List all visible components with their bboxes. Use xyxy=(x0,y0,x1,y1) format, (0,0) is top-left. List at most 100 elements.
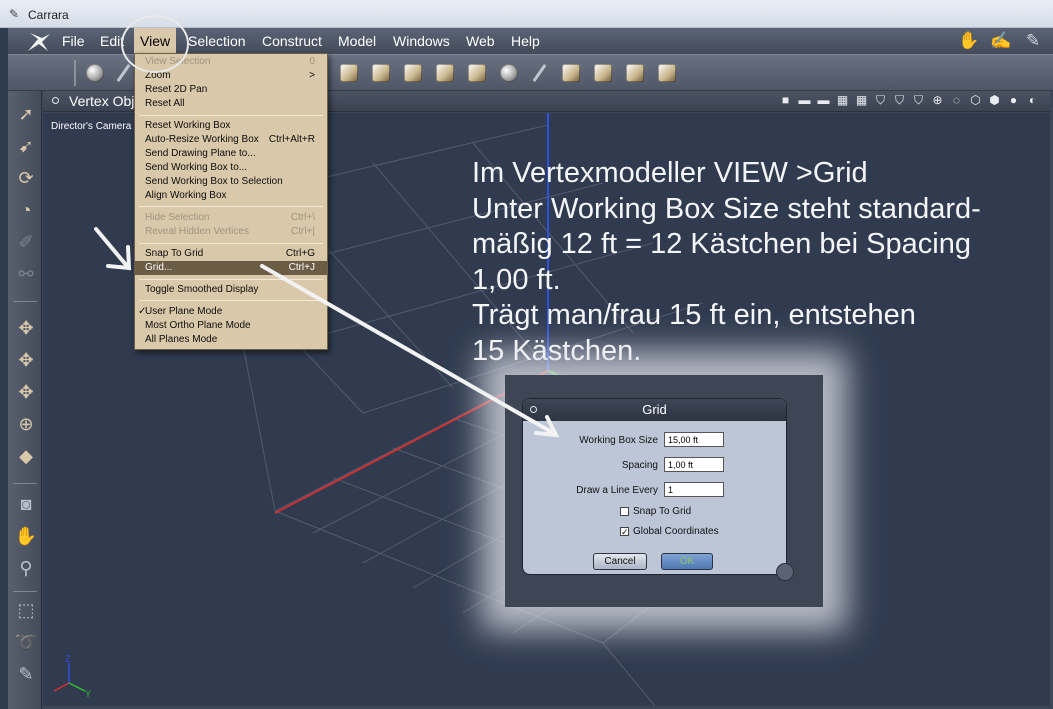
menu-grid[interactable]: Grid... Ctrl+J xyxy=(135,261,327,275)
global-coordinates-checkbox-row[interactable]: ✓ Global Coordinates xyxy=(620,526,719,537)
dual-view-icon[interactable]: ▬ xyxy=(797,93,812,108)
wire-cube-icon[interactable]: ⬡ xyxy=(968,93,983,108)
camera-icon[interactable]: ◙ xyxy=(15,493,37,515)
solid-cube-icon[interactable]: ⬢ xyxy=(987,93,1002,108)
grid-dialog-title: Grid xyxy=(642,402,667,417)
menu-selection[interactable]: Selection xyxy=(188,33,246,49)
snap-to-grid-checkbox-row[interactable]: Snap To Grid xyxy=(620,506,691,517)
grid-dialog-titlebar[interactable]: Grid xyxy=(523,399,786,421)
carrara-logo-icon xyxy=(28,33,50,51)
bag-tool-button[interactable] xyxy=(464,61,490,85)
twist-icon[interactable]: ◔ xyxy=(15,199,37,221)
zoom-icon[interactable]: ⚲ xyxy=(15,557,37,579)
marquee-select-icon[interactable]: ⬚ xyxy=(15,599,37,621)
split-view-icon[interactable]: ▬ xyxy=(816,93,831,108)
menu-all-planes-mode[interactable]: All Planes Mode xyxy=(135,333,327,347)
menu-file[interactable]: File xyxy=(62,33,85,49)
sphere-tool-button[interactable] xyxy=(82,61,108,85)
menu-construct[interactable]: Construct xyxy=(262,33,322,49)
palette-separator xyxy=(13,591,37,592)
menu-separator xyxy=(139,206,323,207)
fold-tool-button[interactable] xyxy=(590,61,616,85)
menu-toggle-smoothed-display[interactable]: Toggle Smoothed Display xyxy=(135,283,327,297)
menu-user-plane-mode[interactable]: ✓ User Plane Mode xyxy=(135,305,327,319)
select-arrow-icon[interactable]: ➚ xyxy=(15,103,37,125)
move-all-icon[interactable]: ⊕ xyxy=(15,413,37,435)
scale-icon[interactable]: ◆ xyxy=(15,445,37,467)
storyboard-room-icon[interactable]: ✎ xyxy=(1021,30,1045,52)
align-icon xyxy=(626,64,644,82)
hand-room-icon[interactable]: ✋ xyxy=(957,30,981,52)
menu-snap-to-grid[interactable]: Snap To Grid Ctrl+G xyxy=(135,247,327,261)
sphere-icon xyxy=(86,64,104,82)
dotted-circle-icon[interactable]: ◌ xyxy=(949,93,964,108)
menu-reset-all[interactable]: Reset All xyxy=(135,97,327,111)
working-box-size-label: Working Box Size xyxy=(579,435,658,446)
cancel-button[interactable]: Cancel xyxy=(593,553,647,570)
shield-a-icon[interactable]: ⛉ xyxy=(873,93,888,108)
menu-windows[interactable]: Windows xyxy=(393,33,450,49)
dome-tool-button[interactable] xyxy=(496,61,522,85)
palette-separator xyxy=(13,483,37,484)
knife-tool-button[interactable] xyxy=(526,61,552,85)
menu-auto-resize-working-box[interactable]: Auto-Resize Working Box Ctrl+Alt+R xyxy=(135,133,327,147)
fold-icon xyxy=(594,64,612,82)
menu-send-working-box-to-selection[interactable]: Send Working Box to Selection xyxy=(135,175,327,189)
rotate-icon[interactable]: ⟳ xyxy=(15,167,37,189)
layout-view-icon[interactable]: ▦ xyxy=(854,93,869,108)
shield-b-icon[interactable]: ⛉ xyxy=(892,93,907,108)
spacing-input[interactable] xyxy=(664,457,724,472)
menu-most-ortho-plane-mode[interactable]: Most Ortho Plane Mode xyxy=(135,319,327,333)
brush-icon[interactable]: ✎ xyxy=(15,663,37,685)
z-axis-label: Z xyxy=(65,654,71,664)
box-icon xyxy=(404,64,422,82)
annotation-line: Unter Working Box Size steht standard- xyxy=(472,192,981,225)
deform-tool-button[interactable] xyxy=(654,61,680,85)
model-room-icon[interactable]: ✍ xyxy=(989,30,1013,52)
move-x-icon[interactable]: ✥ xyxy=(15,317,37,339)
global-coordinates-checkbox[interactable]: ✓ xyxy=(620,527,629,537)
ok-button[interactable]: OK xyxy=(661,553,713,570)
deform-icon xyxy=(658,64,676,82)
viewport-menu-dot-icon[interactable] xyxy=(52,97,59,104)
menu-web[interactable]: Web xyxy=(466,33,495,49)
hand-pan-icon[interactable]: ✋ xyxy=(15,525,37,547)
shield-c-icon[interactable]: ⛉ xyxy=(911,93,926,108)
align-tool-button[interactable] xyxy=(622,61,648,85)
menu-send-drawing-plane[interactable]: Send Drawing Plane to... xyxy=(135,147,327,161)
working-box-size-input[interactable] xyxy=(664,432,724,447)
room-switcher: ✋ ✍ ✎ xyxy=(957,30,1045,52)
menu-reset-working-box[interactable]: Reset Working Box xyxy=(135,119,327,133)
toolbar-separator xyxy=(74,60,76,86)
dialog-resize-knob-icon[interactable] xyxy=(776,563,794,581)
snap-to-grid-checkbox[interactable] xyxy=(620,507,629,516)
pipette-icon[interactable]: ✐ xyxy=(15,231,37,253)
cube-tool-button[interactable] xyxy=(432,61,458,85)
arrow-up-icon[interactable]: ⊕ xyxy=(930,93,945,108)
menu-align-working-box[interactable]: Align Working Box xyxy=(135,189,327,203)
draw-line-every-input[interactable] xyxy=(664,482,724,497)
menu-reveal-hidden-vertices[interactable]: Reveal Hidden Vertices Ctrl+| xyxy=(135,225,327,239)
spline-icon xyxy=(116,63,130,83)
menu-reset-2d-pan[interactable]: Reset 2D Pan xyxy=(135,83,327,97)
menu-send-working-box[interactable]: Send Working Box to... xyxy=(135,161,327,175)
extrude-tool-button[interactable] xyxy=(336,61,362,85)
spacing-label: Spacing xyxy=(621,460,658,471)
shaded-sphere-icon[interactable]: ● xyxy=(1006,93,1021,108)
link-icon[interactable]: ⚯ xyxy=(15,263,37,285)
move-arrow-icon[interactable]: ➹ xyxy=(15,135,37,157)
move-y-icon[interactable]: ✥ xyxy=(15,349,37,371)
lathe-tool-button[interactable] xyxy=(368,61,394,85)
move-z-icon[interactable]: ✥ xyxy=(15,381,37,403)
menu-model[interactable]: Model xyxy=(338,33,376,49)
single-view-icon[interactable]: ■ xyxy=(778,93,793,108)
camera-label[interactable]: Director's Camera xyxy=(51,121,131,132)
box-tool-button[interactable] xyxy=(400,61,426,85)
menu-help[interactable]: Help xyxy=(511,33,540,49)
annotation-line: 15 Kästchen. xyxy=(472,334,642,367)
lasso-icon[interactable]: ➰ xyxy=(15,631,37,653)
boolean-tool-button[interactable] xyxy=(558,61,584,85)
menu-hide-selection[interactable]: Hide Selection Ctrl+\ xyxy=(135,211,327,225)
quad-view-icon[interactable]: ▦ xyxy=(835,93,850,108)
textured-sphere-icon[interactable]: ◐ xyxy=(1025,93,1040,108)
